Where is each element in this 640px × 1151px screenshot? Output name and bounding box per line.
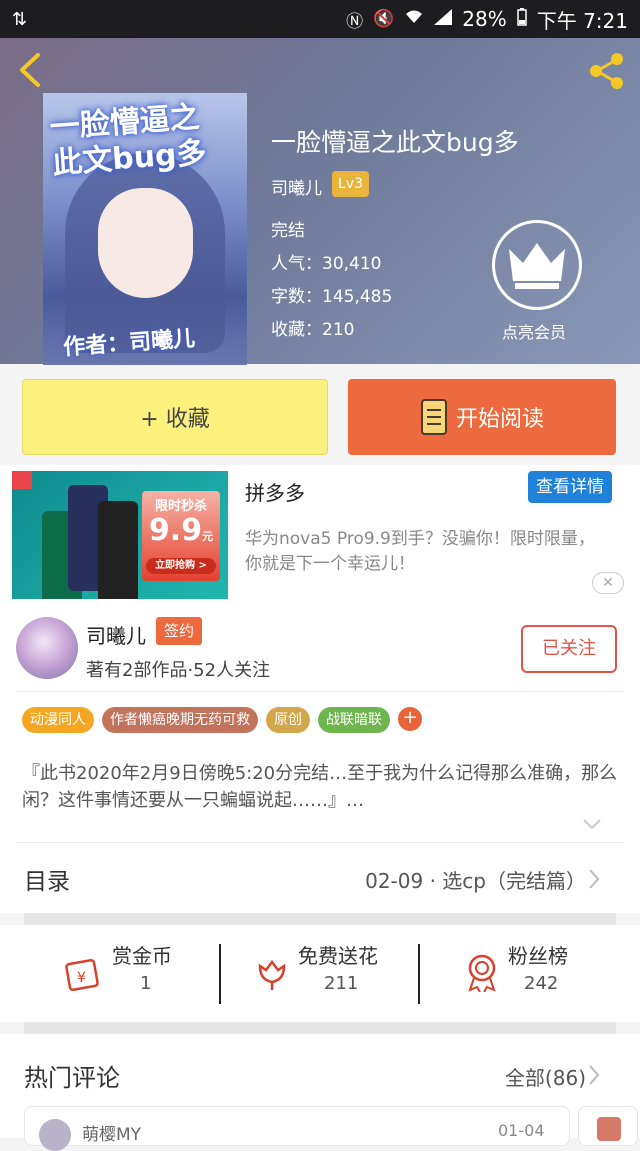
tag-item[interactable]: 原创 <box>266 707 310 733</box>
cover-title: 一脸懵逼之 此文bug多 <box>49 100 208 183</box>
author-name[interactable]: 司曦儿 <box>86 620 146 649</box>
book-popularity: 人气：30,410 <box>271 254 382 274</box>
nfc-icon: Ⓝ <box>346 11 364 32</box>
author-stats: 著有2部作品·52人关注 <box>86 660 271 681</box>
comment-username[interactable]: 萌樱MY <box>82 1120 141 1145</box>
crown-icon <box>509 243 565 289</box>
cover-art-face <box>98 188 193 298</box>
status-bar: ⇅ Ⓝ 🔇 28% 下午 7:21 <box>0 0 640 38</box>
author-level-badge: Lv3 <box>332 171 369 197</box>
book-favorites: 收藏：210 <box>271 320 355 340</box>
comment-card[interactable] <box>578 1106 638 1146</box>
section-gap <box>24 913 616 925</box>
book-cover[interactable]: 一脸懵逼之 此文bug多 作者：司曦儿 <box>43 93 247 365</box>
ad-details-button[interactable]: 查看详情 <box>528 471 612 503</box>
chevron-right-icon[interactable] <box>588 1064 600 1086</box>
ad-brand: 拼多多 <box>245 481 305 505</box>
stat-value: 242 <box>524 973 559 994</box>
all-comments-link[interactable]: 全部(86) <box>505 1062 586 1091</box>
tag-list: 动漫同人 作者懒癌晚期无药可救 原创 战联暗联 + <box>22 707 422 733</box>
clock: 下午 7:21 <box>536 8 628 33</box>
tag-item[interactable]: 战联暗联 <box>318 707 390 733</box>
toc-label: 目录 <box>24 869 70 895</box>
book-description[interactable]: 『此书2020年2月9日傍晚5:20分完结…至于我为什么记得那么准确，那么闲？这… <box>22 760 622 814</box>
stat-value: 211 <box>324 973 359 994</box>
ad-image[interactable]: 限时秒杀 9.9元 立即抢购 > <box>12 471 228 599</box>
start-reading-button[interactable]: 开始阅读 <box>348 379 616 455</box>
chevron-right-icon[interactable] <box>588 868 600 890</box>
favorite-button[interactable]: + 收藏 <box>22 379 328 455</box>
medal-icon <box>468 954 496 992</box>
book-status: 完结 <box>271 221 305 241</box>
ad-sale-price: 9.9元 <box>148 513 214 548</box>
vip-label: 点亮会员 <box>502 323 567 342</box>
phone-black <box>98 501 138 599</box>
start-reading-label: 开始阅读 <box>455 407 544 432</box>
stat-separator <box>219 944 221 1004</box>
tag-item[interactable]: 动漫同人 <box>22 707 94 733</box>
book-header: 一脸懵逼之 此文bug多 作者：司曦儿 一脸懵逼之此文bug多 司曦儿 Lv3 … <box>0 38 640 365</box>
tag-item[interactable]: 作者懒癌晚期无药可救 <box>102 707 258 733</box>
follow-button[interactable]: 已关注 <box>521 625 617 673</box>
stat-separator <box>418 944 420 1004</box>
signed-badge: 签约 <box>156 617 202 645</box>
usb-icon: ⇅ <box>12 8 28 30</box>
avatar[interactable] <box>39 1119 71 1151</box>
book-author[interactable]: 司曦儿 <box>271 174 322 199</box>
back-icon[interactable] <box>16 52 44 88</box>
mute-icon: 🔇 <box>373 9 395 29</box>
coin-icon: ¥ <box>65 958 99 992</box>
ad-close-icon[interactable]: ✕ <box>592 572 624 594</box>
pdd-logo-icon <box>12 471 32 489</box>
avatar[interactable] <box>16 617 78 679</box>
divider <box>16 691 624 692</box>
share-icon[interactable] <box>586 50 628 92</box>
book-title: 一脸懵逼之此文bug多 <box>271 128 519 157</box>
comment-date: 01-04 <box>498 1121 545 1140</box>
toc-latest-chapter[interactable]: 02-09 · 选cp（完结篇） <box>365 865 586 894</box>
book-word-count: 字数：145,485 <box>271 287 393 307</box>
wifi-icon <box>404 9 424 30</box>
stat-value: 1 <box>140 973 152 994</box>
vip-button[interactable] <box>492 220 582 310</box>
signal-icon <box>434 8 453 30</box>
stat-label: 免费送花 <box>298 944 378 968</box>
stat-label: 粉丝榜 <box>508 944 568 968</box>
section-gap <box>24 1022 616 1034</box>
ad-description: 华为nova5 Pro9.9到手？没骗你！限时限量，你就是下一个幸运儿！ <box>245 529 595 574</box>
ad-sale-badge: 限时秒杀 9.9元 立即抢购 > <box>142 491 220 581</box>
ad-sale-text: 限时秒杀 <box>154 499 207 514</box>
battery-percent: 28% <box>462 7 507 31</box>
add-tag-button[interactable]: + <box>398 707 422 731</box>
battery-icon <box>516 7 527 31</box>
divider <box>16 842 624 843</box>
chevron-down-icon[interactable] <box>582 818 602 830</box>
comment-thumbnail <box>597 1117 621 1141</box>
svg-text:¥: ¥ <box>77 970 86 986</box>
stat-label: 赏金币 <box>112 944 172 968</box>
book-icon <box>420 399 447 435</box>
comments-title: 热门评论 <box>24 1064 120 1092</box>
flower-icon <box>258 959 286 990</box>
ad-sale-cta: 立即抢购 > <box>146 558 216 574</box>
